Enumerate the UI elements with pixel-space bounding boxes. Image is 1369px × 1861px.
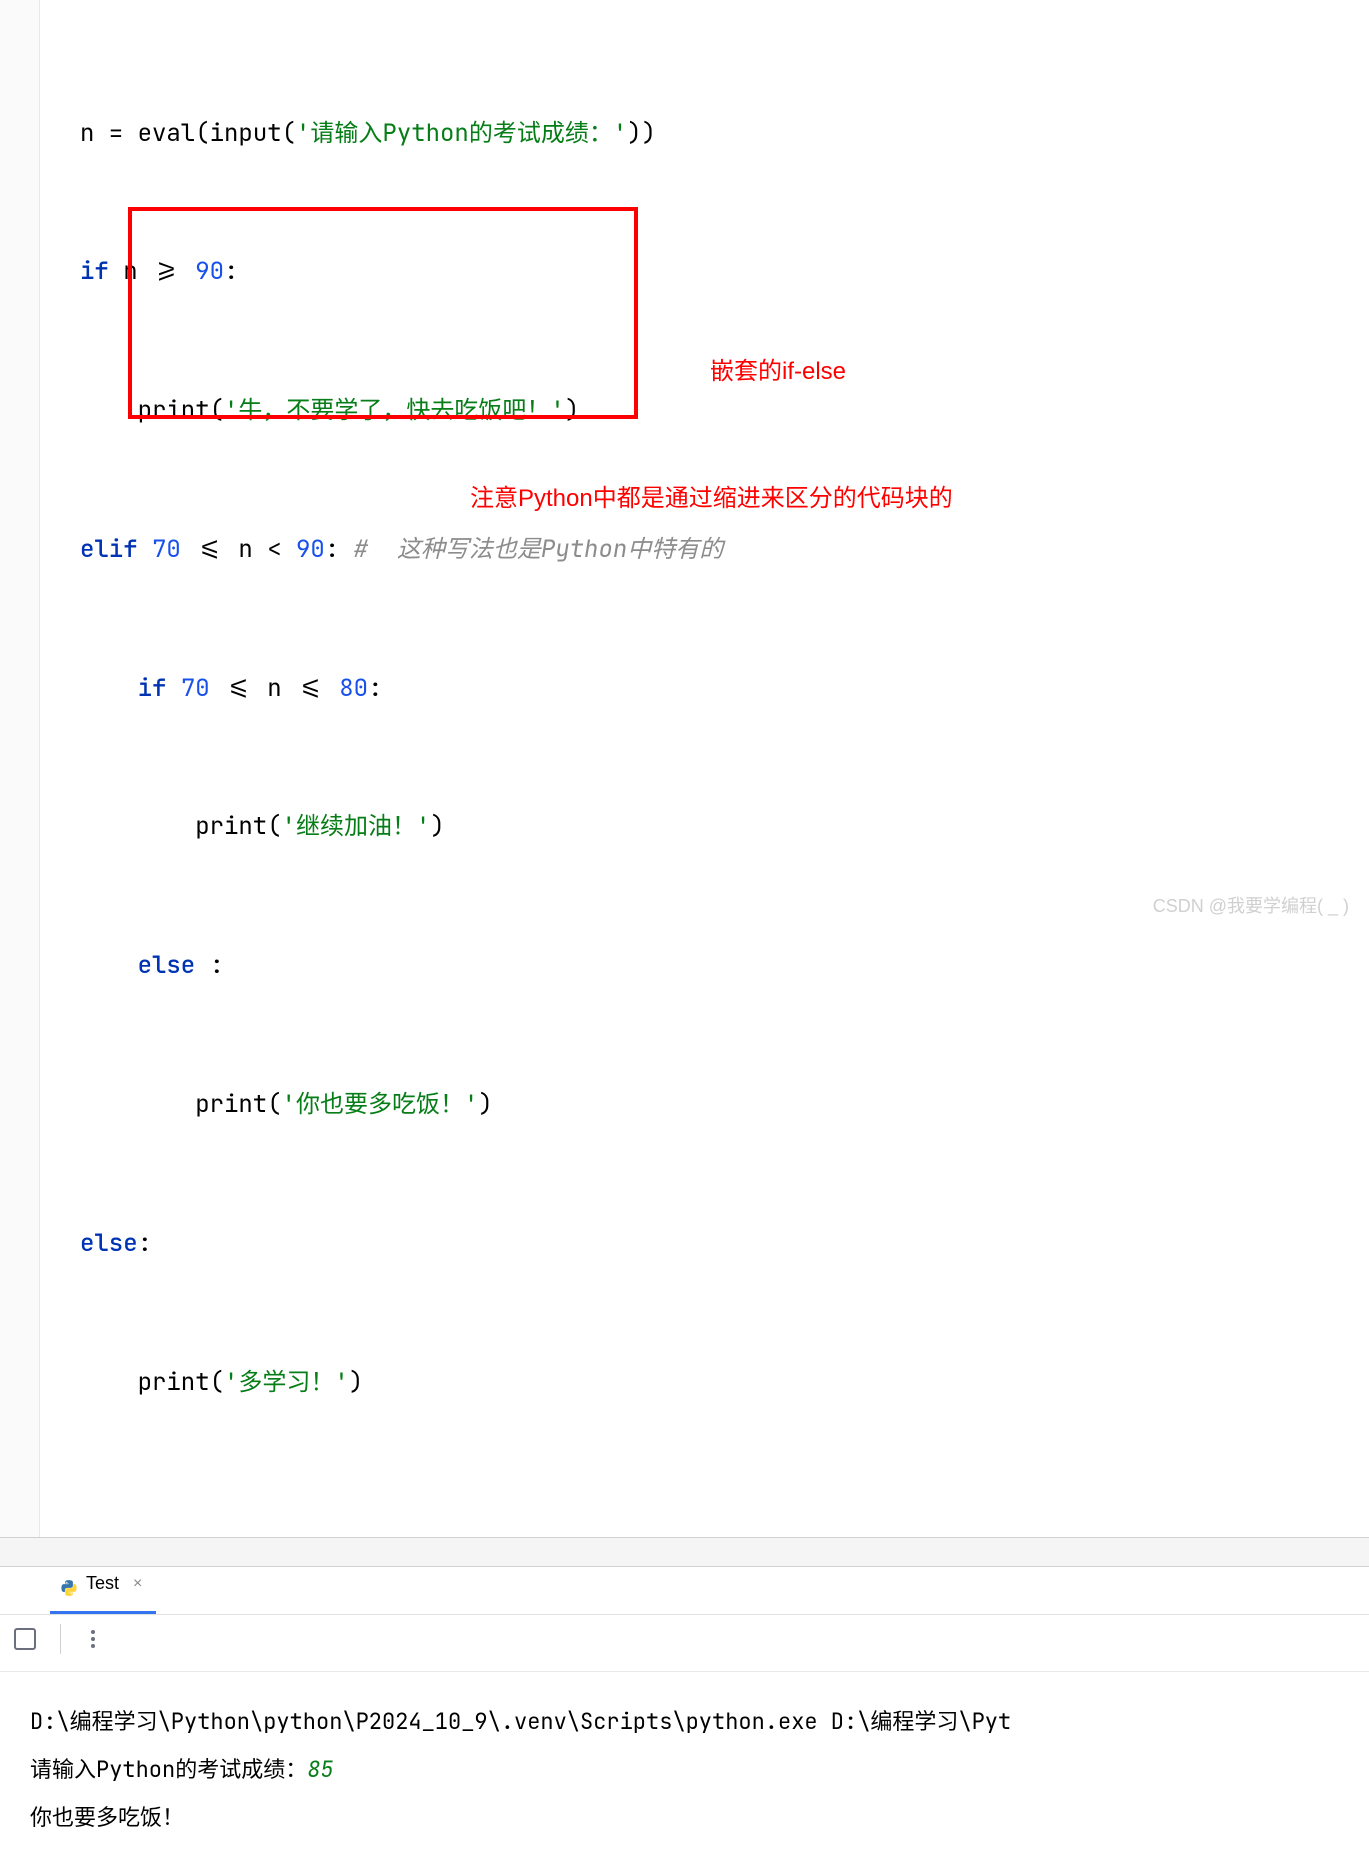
- run-tab-bar: Test ×: [0, 1567, 1369, 1615]
- watermark: CSDN @我要学编程( _ ): [1153, 890, 1349, 923]
- tab-label: Test: [86, 1567, 119, 1600]
- close-icon[interactable]: ×: [133, 1569, 142, 1599]
- run-tab-test[interactable]: Test ×: [50, 1557, 156, 1613]
- toolbar-divider: [60, 1624, 61, 1654]
- panel-divider: [0, 1537, 1369, 1567]
- console-result: 你也要多吃饭！: [30, 1794, 1339, 1842]
- console-toolbar: [0, 1615, 1369, 1663]
- annotation-nested-label: 嵌套的if-else: [710, 350, 846, 394]
- console-command: D:\编程学习\Python\python\P2024_10_9\.venv\S…: [30, 1698, 1339, 1746]
- code-editor[interactable]: n = eval(input('请输入Python的考试成绩：')) if n …: [0, 0, 1369, 1537]
- stop-button[interactable]: [14, 1628, 36, 1650]
- kebab-menu-icon[interactable]: [85, 1624, 101, 1654]
- console-prompt-line: 请输入Python的考试成绩：85: [30, 1746, 1339, 1794]
- console-user-input: 85: [307, 1755, 333, 1784]
- gutter: [0, 0, 40, 1537]
- code-content[interactable]: n = eval(input('请输入Python的考试成绩：')) if n …: [80, 20, 1369, 1497]
- console-output[interactable]: D:\编程学习\Python\python\P2024_10_9\.venv\S…: [0, 1680, 1369, 1861]
- python-icon: [60, 1575, 78, 1593]
- annotation-indent-note: 注意Python中都是通过缩进来区分的代码块的: [470, 477, 953, 521]
- code-text: n =: [80, 112, 138, 156]
